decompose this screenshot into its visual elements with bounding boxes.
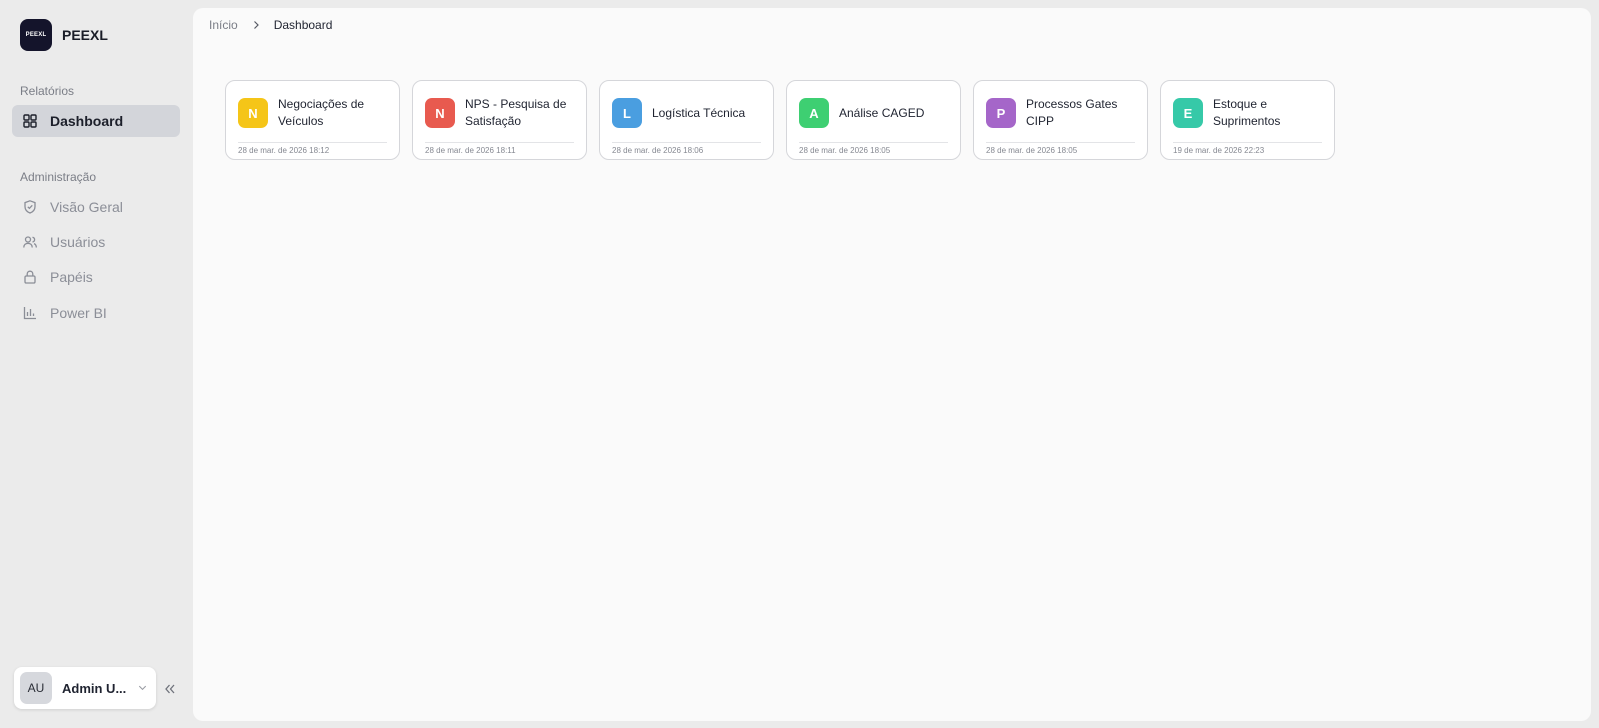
app-root: PEEXL PEEXL Relatórios Dashboard Adminis… [0, 0, 1599, 728]
users-icon [23, 236, 37, 248]
brand[interactable]: PEEXL PEEXL [20, 19, 108, 51]
card-letter-icon: P [986, 98, 1016, 128]
sidebar-item-dashboard[interactable]: Dashboard [12, 105, 180, 137]
sidebar-item-label: Power BI [50, 305, 107, 321]
card-letter-icon: N [425, 98, 455, 128]
sidebar-item-overview[interactable]: Visão Geral [12, 191, 180, 223]
card-date: 19 de mar. de 2026 22:23 [1173, 146, 1265, 155]
dashboard-grid-icon [23, 114, 37, 128]
dashboard-card-nps[interactable]: N NPS - Pesquisa de Satisfação 28 de mar… [412, 80, 587, 160]
card-date: 28 de mar. de 2026 18:05 [986, 146, 1078, 155]
sidebar-item-label: Visão Geral [50, 199, 123, 215]
brand-logo: PEEXL [20, 19, 52, 51]
avatar-initials: AU [27, 681, 45, 695]
card-title: Negociações de Veículos [278, 96, 393, 130]
chevron-right-icon [253, 21, 259, 29]
card-divider [238, 142, 387, 143]
card-date: 28 de mar. de 2026 18:05 [799, 146, 891, 155]
dashboard-card-gates-cipp[interactable]: P Processos Gates CIPP 28 de mar. de 202… [973, 80, 1148, 160]
sidebar-item-roles[interactable]: Papéis [12, 261, 180, 293]
user-menu-button[interactable]: AU Admin U... [14, 667, 156, 709]
card-letter-icon: E [1173, 98, 1203, 128]
card-date: 28 de mar. de 2026 18:06 [612, 146, 704, 155]
brand-logo-text: PEEXL [25, 32, 47, 38]
card-title-text: Processos Gates CIPP [1026, 97, 1118, 128]
card-divider [612, 142, 761, 143]
user-name: Admin U... [62, 680, 127, 696]
brand-name: PEEXL [62, 27, 108, 43]
card-letter-icon: A [799, 98, 829, 128]
card-title-text: Estoque e Suprimentos [1213, 97, 1281, 128]
card-divider [799, 142, 948, 143]
dashboard-card-caged-analysis[interactable]: A Análise CAGED 28 de mar. de 2026 18:05 [786, 80, 961, 160]
breadcrumb-home-link[interactable]: Início [209, 18, 238, 32]
sidebar-item-power-bi[interactable]: Power BI [12, 297, 180, 329]
dashboard-card-technical-logistics[interactable]: L Logística Técnica 28 de mar. de 2026 1… [599, 80, 774, 160]
sidebar-item-label: Usuários [50, 234, 106, 250]
card-title: NPS - Pesquisa de Satisfação [465, 96, 580, 130]
dashboard-card-vehicle-negotiations[interactable]: N Negociações de Veículos 28 de mar. de … [225, 80, 400, 160]
card-date: 28 de mar. de 2026 18:11 [425, 146, 516, 155]
card-title: Estoque e Suprimentos [1213, 96, 1328, 130]
card-letter-icon: L [612, 98, 642, 128]
bar-chart-icon [23, 307, 36, 320]
dashboard-card-inventory-supplies[interactable]: E Estoque e Suprimentos 19 de mar. de 20… [1160, 80, 1335, 160]
card-title: Análise CAGED [839, 96, 954, 130]
card-date: 28 de mar. de 2026 18:12 [238, 146, 330, 155]
lock-icon [24, 270, 36, 284]
card-divider [425, 142, 574, 143]
collapse-sidebar-icon[interactable] [163, 682, 177, 696]
section-label-reports: Relatórios [20, 84, 75, 98]
card-title: Logística Técnica [652, 96, 767, 130]
card-title-text: Análise CAGED [839, 105, 925, 120]
card-divider [1173, 142, 1322, 143]
card-title-text: NPS - Pesquisa de Satisfação [465, 97, 567, 128]
avatar: AU [20, 672, 52, 704]
sidebar-item-label: Dashboard [50, 113, 124, 129]
breadcrumb: Início Dashboard [209, 18, 332, 32]
card-title-text: Logística Técnica [652, 105, 746, 120]
breadcrumb-current: Dashboard [273, 18, 333, 32]
card-title-text: Negociações de Veículos [278, 97, 365, 128]
sidebar: PEEXL PEEXL Relatórios Dashboard Adminis… [0, 0, 193, 728]
section-label-admin: Administração [20, 170, 97, 184]
shield-check-icon [24, 200, 36, 214]
card-divider [986, 142, 1135, 143]
card-title: Processos Gates CIPP [1026, 96, 1141, 130]
sidebar-item-label: Papéis [50, 269, 93, 285]
card-letter-icon: N [238, 98, 268, 128]
chevron-down-icon [138, 685, 147, 691]
sidebar-item-users[interactable]: Usuários [12, 226, 180, 258]
dashboard-cards: N Negociações de Veículos 28 de mar. de … [225, 80, 1347, 160]
main-panel: Início Dashboard N Negociações de Veícul… [193, 8, 1591, 721]
